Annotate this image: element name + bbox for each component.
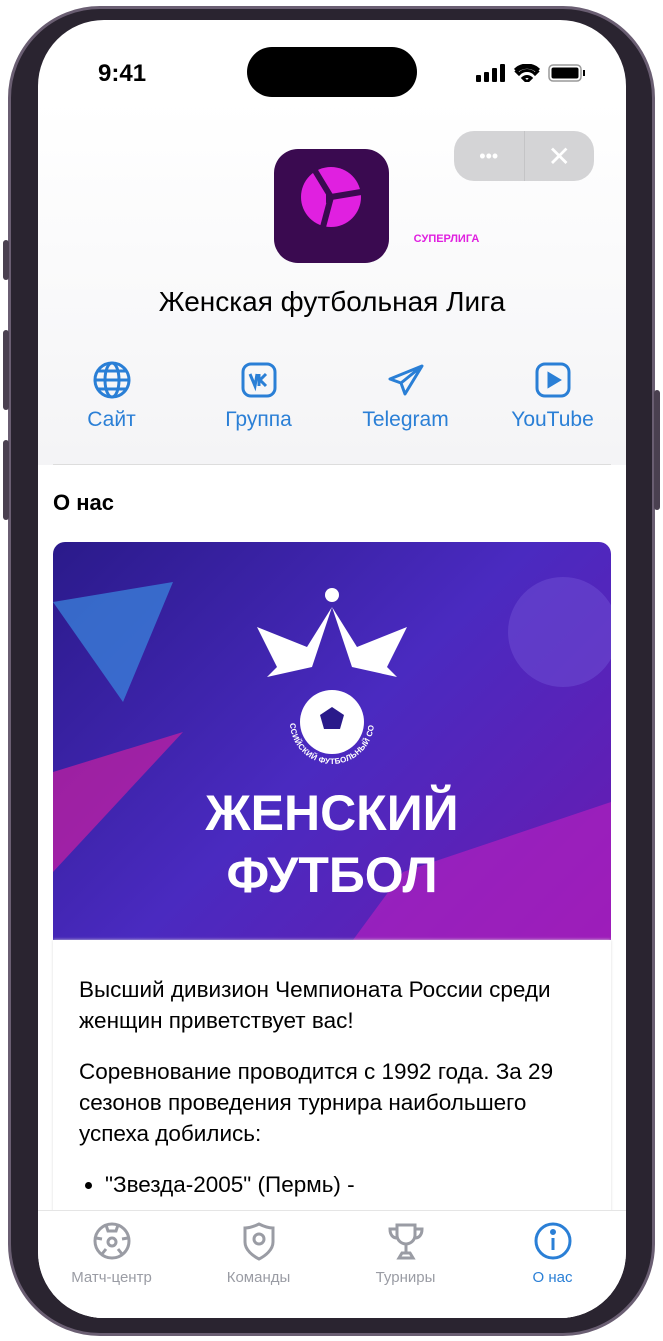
tab-tournaments[interactable]: Турниры [332,1211,479,1318]
status-icons [476,64,586,82]
link-telegram[interactable]: Telegram [332,360,479,432]
tab-about[interactable]: О нас [479,1211,626,1318]
rfs-emblem-icon: РОССИЙСКИЙ ФУТБОЛЬНЫЙ СОЮЗ [252,587,407,766]
side-button [654,390,660,510]
shield-icon [243,1222,274,1261]
tab-label: Турниры [375,1269,436,1286]
side-button [3,240,9,280]
link-site[interactable]: Сайт [38,360,185,432]
status-time: 9:41 [98,60,147,87]
close-button[interactable]: ✕ [525,131,595,181]
screen: 9:41 ••• ✕ СУПЕРЛИГА Женская футбольная … [38,20,626,1318]
banner-title: ЖЕНСКИЙ ФУТБОЛ [53,782,611,906]
soccer-ball-icon [93,1222,130,1260]
paragraph: Высший дивизион Чемпионата России среди … [79,977,551,1033]
dynamic-island [247,47,417,97]
tab-label: Команды [226,1269,291,1286]
wifi-icon [514,64,540,82]
trophy-icon [387,1223,424,1260]
banner-line: ЖЕНСКИЙ [205,785,459,841]
signal-icon [476,64,505,82]
app-logo: СУПЕРЛИГА [274,149,479,263]
banner-line: ФУТБОЛ [226,847,438,903]
tab-bar: Матч-центр Команды Турниры О нас [38,1210,626,1318]
paragraph: Соревнование проводится с 1992 года. За … [79,1059,554,1146]
link-youtube[interactable]: YouTube [479,360,626,432]
globe-icon [93,361,130,399]
app-title: Женская футбольная Лига [158,286,506,317]
tab-label: Матч-центр [71,1269,152,1286]
youtube-icon [535,362,570,398]
telegram-icon [388,364,423,396]
logo-text: СУПЕРЛИГА [413,233,480,245]
link-label: YouTube [511,408,594,431]
divider [53,464,611,465]
link-label: Группа [225,408,292,431]
more-button[interactable]: ••• [454,131,525,181]
about-banner: РОССИЙСКИЙ ФУТБОЛЬНЫЙ СОЮЗ ЖЕНСКИЙ ФУТБОЛ [53,542,611,940]
miniapp-capsule: ••• ✕ [454,131,594,181]
info-icon [534,1222,571,1260]
list-item: "Звезда-2005" (Пермь) - [105,1169,585,1200]
tab-match-center[interactable]: Матч-центр [38,1211,185,1318]
tab-label: О нас [532,1269,573,1286]
battery-icon [548,64,585,82]
side-button [3,330,9,410]
side-button [3,440,9,520]
link-group[interactable]: Группа [185,360,332,432]
section-heading: О нас [53,490,114,515]
link-label: Сайт [87,408,136,431]
tab-teams[interactable]: Команды [185,1211,332,1318]
logo-mark-icon [301,167,362,228]
vk-icon [241,362,276,398]
social-links: Сайт Группа Telegram YouTube [38,360,626,432]
link-label: Telegram [362,408,449,431]
